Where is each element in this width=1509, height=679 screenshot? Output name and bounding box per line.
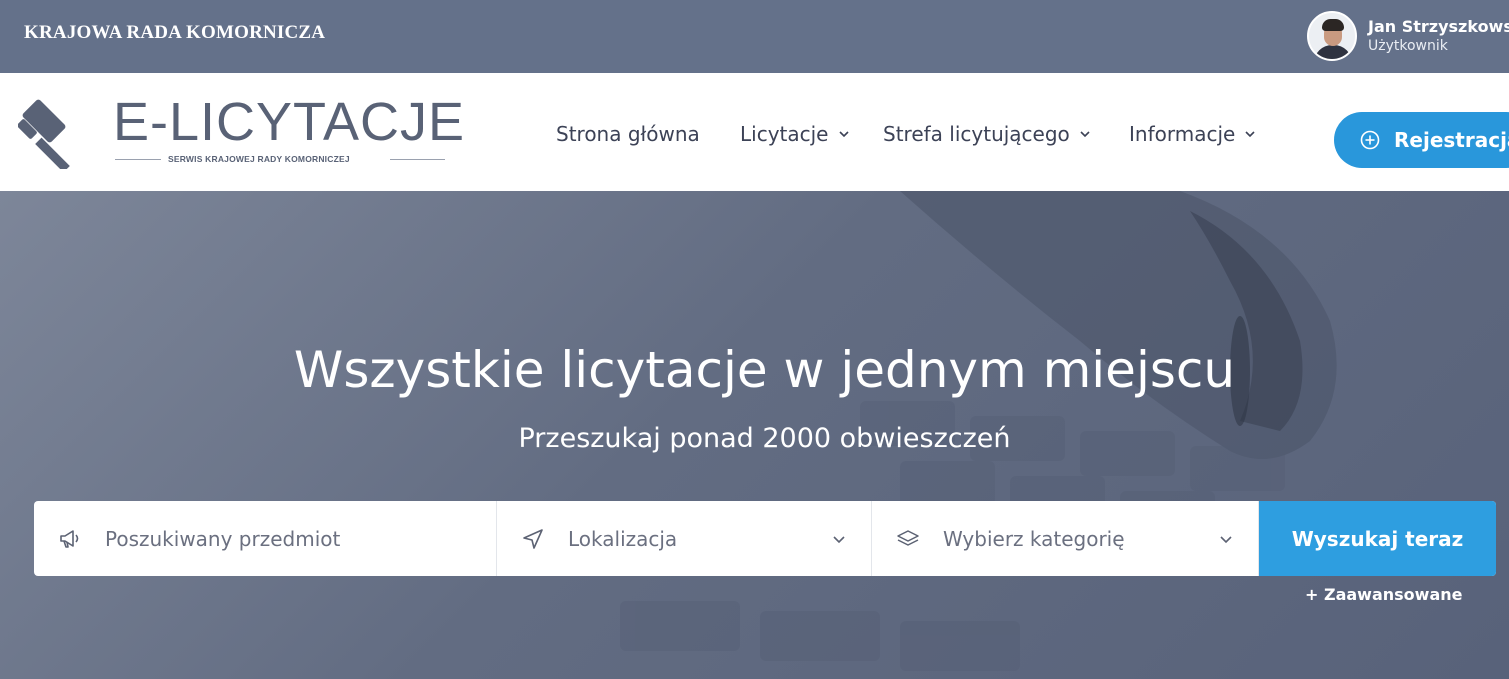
site-logo[interactable]: E-LICYTACJE SERWIS KRAJOWEJ RADY KOMORNI…	[18, 92, 464, 169]
nav-item-auctions[interactable]: Licytacje	[740, 122, 849, 146]
user-menu[interactable]: Jan Strzyszkowski Użytkownik	[1307, 11, 1509, 61]
layers-icon	[897, 530, 919, 546]
nav-item-home[interactable]: Strona główna	[556, 122, 700, 146]
user-name: Jan Strzyszkowski	[1368, 17, 1509, 36]
nav-item-label: Licytacje	[740, 122, 829, 146]
logo-subtitle: SERWIS KRAJOWEJ RADY KOMORNICZEJ	[168, 154, 350, 164]
location-select[interactable]: Lokalizacja	[497, 501, 872, 576]
megaphone-icon	[60, 530, 79, 548]
main-header: E-LICYTACJE SERWIS KRAJOWEJ RADY KOMORNI…	[0, 73, 1509, 191]
register-button[interactable]: Rejestracja	[1334, 112, 1509, 168]
chevron-down-icon	[1080, 131, 1090, 138]
nav-item-label: Strona główna	[556, 122, 700, 146]
chevron-down-icon	[838, 131, 849, 138]
nav-item-label: Strefa licytującego	[883, 122, 1070, 146]
nav-item-bidder-zone[interactable]: Strefa licytującego	[883, 122, 1090, 146]
logo-divider-right	[390, 159, 445, 160]
chevron-down-icon	[1245, 131, 1255, 138]
nav-item-information[interactable]: Informacje	[1129, 122, 1255, 146]
search-button[interactable]: Wyszukaj teraz	[1259, 501, 1496, 576]
register-label: Rejestracja	[1394, 128, 1509, 152]
logo-divider-left	[115, 159, 161, 160]
user-avatar[interactable]	[1307, 11, 1357, 61]
gavel-icon	[18, 99, 70, 169]
navigation-arrow-icon	[523, 529, 543, 549]
category-select[interactable]: Wybierz kategorię	[872, 501, 1259, 576]
top-bar: KRAJOWA RADA KOMORNICZA Jan Strzyszkowsk…	[0, 0, 1509, 73]
location-placeholder: Lokalizacja	[568, 527, 678, 551]
category-placeholder: Wybierz kategorię	[943, 527, 1125, 551]
hero-section: Wszystkie licytacje w jednym miejscu Prz…	[0, 191, 1509, 679]
chevron-down-icon	[833, 536, 845, 544]
advanced-search-link[interactable]: + Zaawansowane	[1305, 585, 1462, 604]
item-search-placeholder: Poszukiwany przedmiot	[105, 527, 341, 551]
hero-subtitle: Przeszukaj ponad 2000 obwieszczeń	[518, 423, 1011, 454]
plus-circle-icon	[1360, 130, 1380, 150]
logo-title: E-LICYTACJE	[113, 92, 466, 152]
user-role: Użytkownik	[1368, 38, 1448, 54]
user-info[interactable]: Jan Strzyszkowski Użytkownik	[1368, 17, 1509, 55]
organization-name[interactable]: KRAJOWA RADA KOMORNICZA	[24, 22, 325, 44]
search-bar: Poszukiwany przedmiot Lokalizacja Wybier…	[34, 501, 1496, 576]
item-search-input[interactable]: Poszukiwany przedmiot	[34, 501, 497, 576]
hero-title: Wszystkie licytacje w jednym miejscu	[293, 341, 1236, 399]
nav-item-label: Informacje	[1129, 122, 1236, 146]
chevron-down-icon	[1220, 536, 1232, 544]
